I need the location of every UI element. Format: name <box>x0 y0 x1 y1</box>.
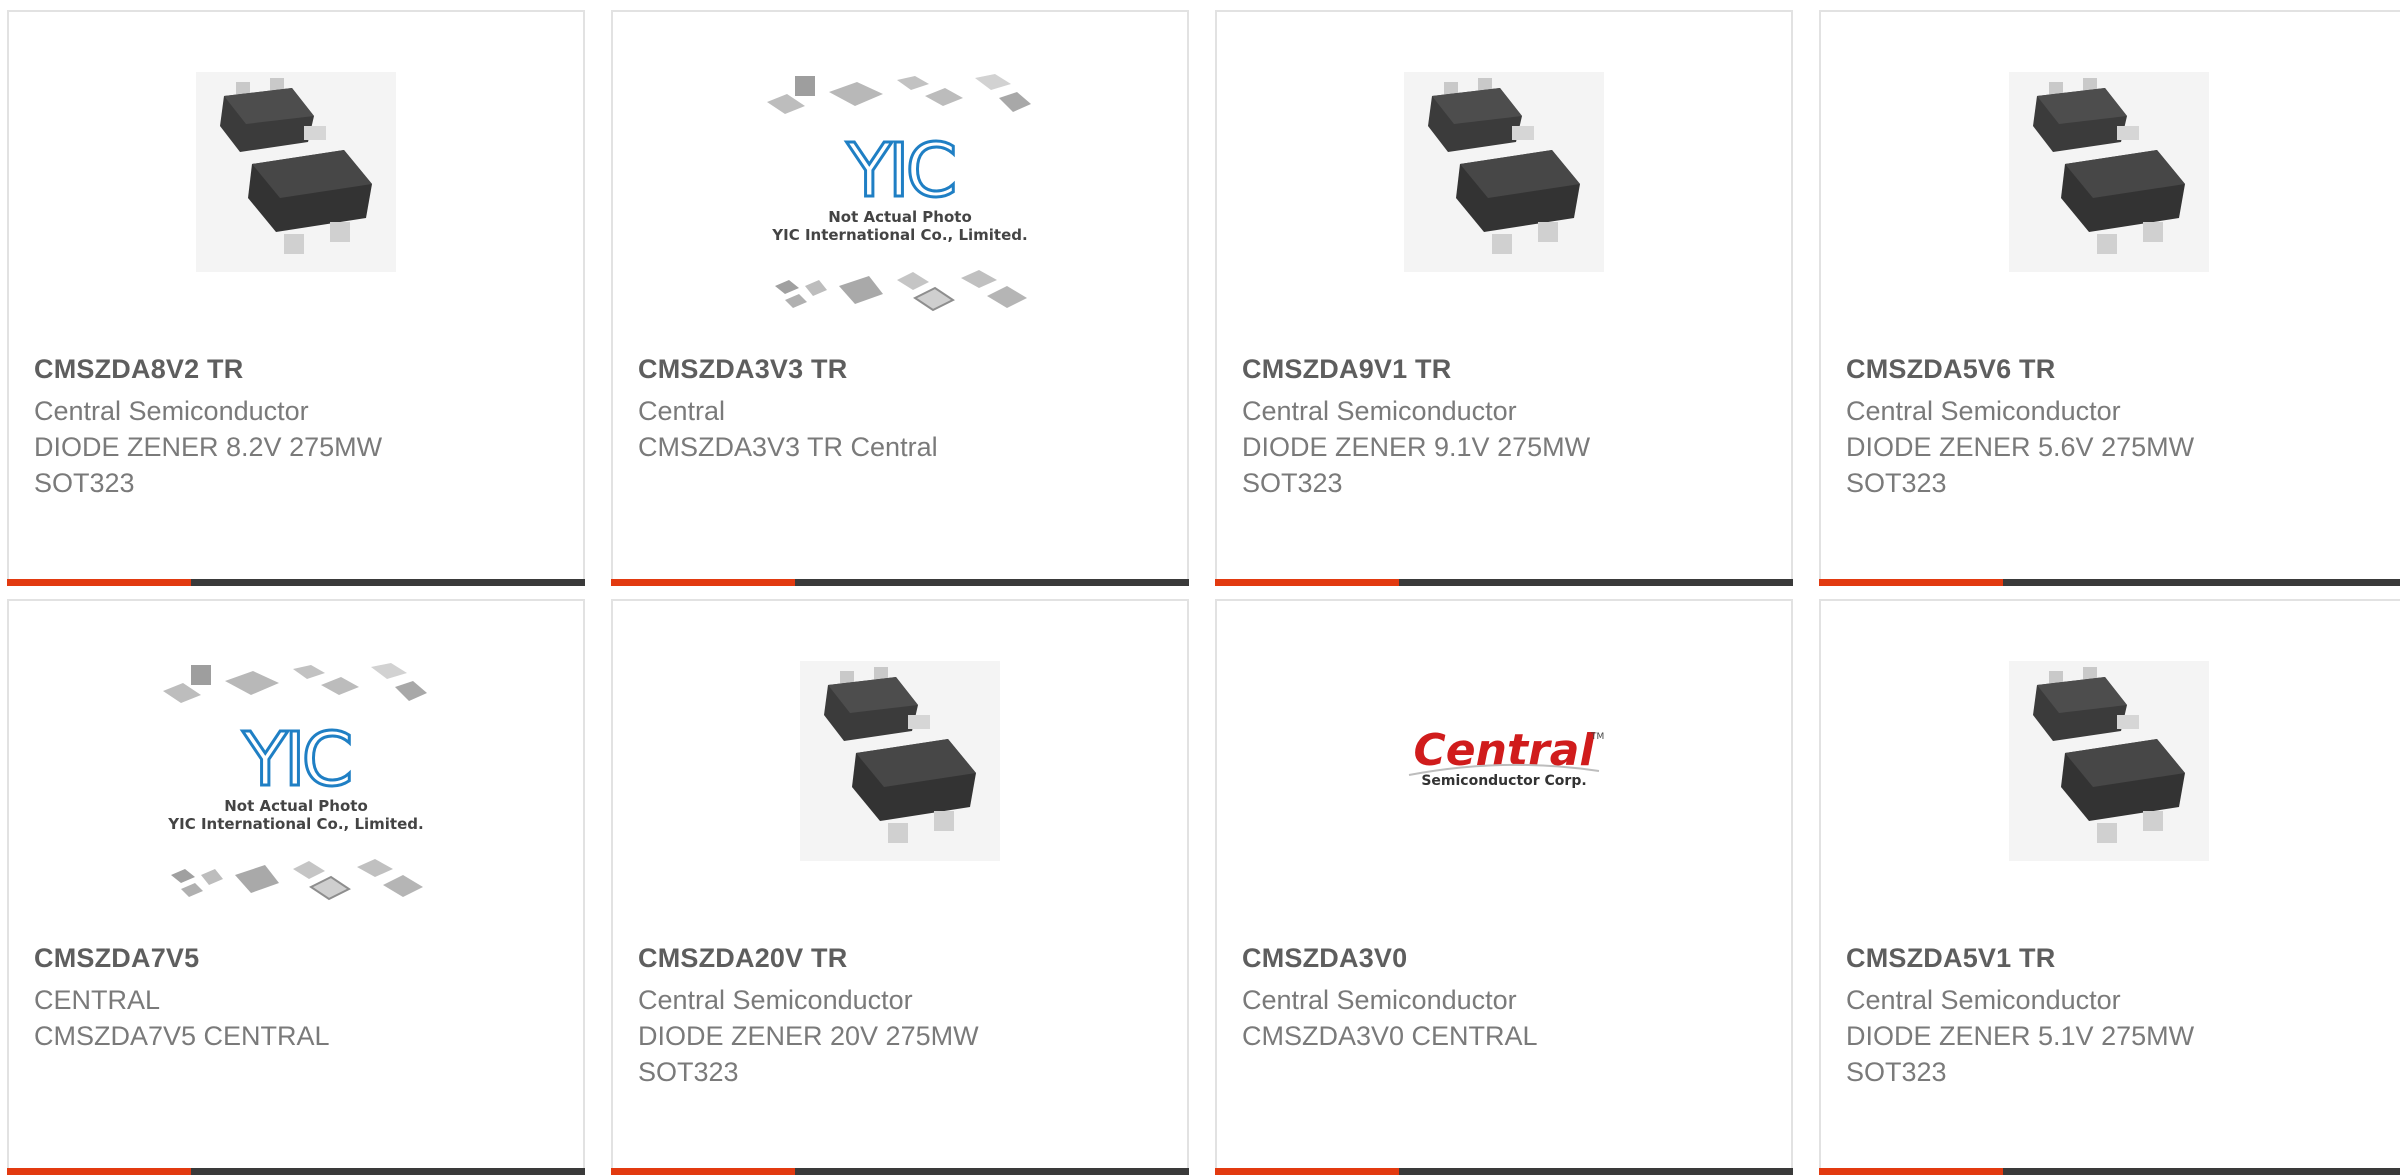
product-card[interactable]: CMSZDA8V2 TR Central Semiconductor DIODE… <box>7 10 585 586</box>
central-logo-subtext: Semiconductor Corp. <box>1421 773 1586 789</box>
manufacturer: CENTRAL <box>34 985 161 1015</box>
card-bottom-bar <box>1819 1168 2400 1175</box>
product-image[interactable] <box>613 661 1187 941</box>
yic-placeholder-photo-icon: YIC Not Actual Photo YIC International C… <box>163 663 427 901</box>
product-card[interactable]: CMSZDA5V6 TR Central Semiconductor DIODE… <box>1819 10 2400 586</box>
description-line: CMSZDA3V3 TR Central <box>638 432 938 462</box>
product-image[interactable] <box>1821 72 2400 352</box>
svg-text:YIC: YIC <box>846 128 954 214</box>
product-info: Central Semiconductor DIODE ZENER 5.1V 2… <box>1846 982 2194 1090</box>
sot323-package-photo-icon <box>1404 72 1604 272</box>
card-bottom-bar <box>1819 579 2400 586</box>
description-line: DIODE ZENER 5.1V 275MW <box>1846 1021 2195 1051</box>
svg-text:YIC: YIC <box>242 717 350 803</box>
product-image[interactable]: Central TM Semiconductor Corp. <box>1217 661 1791 941</box>
card-accent-bar <box>7 1168 191 1175</box>
product-info: Central Semiconductor DIODE ZENER 20V 27… <box>638 982 979 1090</box>
sot323-package-photo-icon <box>800 661 1000 861</box>
description-line: SOT323 <box>638 1057 739 1087</box>
product-info: CENTRAL CMSZDA7V5 CENTRAL <box>34 982 330 1054</box>
part-number[interactable]: CMSZDA3V3 TR <box>638 354 847 385</box>
yic-company-text: YIC International Co., Limited. <box>771 226 1027 244</box>
card-accent-bar <box>611 1168 795 1175</box>
product-card[interactable]: YIC Not Actual Photo YIC International C… <box>611 10 1189 586</box>
card-accent-bar <box>1215 1168 1399 1175</box>
manufacturer: Central Semiconductor <box>1846 396 2121 426</box>
part-number[interactable]: CMSZDA5V6 TR <box>1846 354 2055 385</box>
card-accent-bar <box>7 579 191 586</box>
card-accent-bar <box>1819 579 2003 586</box>
part-number[interactable]: CMSZDA20V TR <box>638 943 847 974</box>
manufacturer: Central Semiconductor <box>1846 985 2121 1015</box>
part-number[interactable]: CMSZDA7V5 <box>34 943 199 974</box>
card-accent-bar <box>611 579 795 586</box>
description-line: SOT323 <box>1846 1057 1947 1087</box>
product-card[interactable]: Central TM Semiconductor Corp. CMSZDA3V0… <box>1215 599 1793 1175</box>
manufacturer: Central Semiconductor <box>638 985 913 1015</box>
yic-not-actual-photo-text: Not Actual Photo <box>828 208 972 226</box>
description-line: SOT323 <box>1846 468 1947 498</box>
card-bottom-bar <box>1215 579 1793 586</box>
card-bottom-bar <box>1215 1168 1793 1175</box>
yic-placeholder-photo-icon: YIC Not Actual Photo YIC International C… <box>767 74 1031 312</box>
manufacturer: Central Semiconductor <box>34 396 309 426</box>
card-bottom-bar <box>611 1168 1189 1175</box>
card-bottom-bar <box>7 579 585 586</box>
yic-company-text: YIC International Co., Limited. <box>167 815 423 833</box>
part-number[interactable]: CMSZDA5V1 TR <box>1846 943 2055 974</box>
central-semiconductor-logo-icon: Central TM Semiconductor Corp. <box>1408 725 1604 789</box>
product-info: Central Semiconductor DIODE ZENER 9.1V 2… <box>1242 393 1590 501</box>
yic-not-actual-photo-text: Not Actual Photo <box>224 797 368 815</box>
card-bottom-bar <box>611 579 1189 586</box>
product-image[interactable]: YIC Not Actual Photo YIC International C… <box>9 661 583 941</box>
manufacturer: Central Semiconductor <box>1242 985 1517 1015</box>
card-bottom-bar <box>7 1168 585 1175</box>
product-grid: CMSZDA8V2 TR Central Semiconductor DIODE… <box>0 0 2400 1175</box>
manufacturer: Central Semiconductor <box>1242 396 1517 426</box>
sot323-package-photo-icon <box>2009 72 2209 272</box>
product-card[interactable]: CMSZDA9V1 TR Central Semiconductor DIODE… <box>1215 10 1793 586</box>
description-line: DIODE ZENER 9.1V 275MW <box>1242 432 1591 462</box>
card-accent-bar <box>1215 579 1399 586</box>
sot323-package-photo-icon <box>2009 661 2209 861</box>
description-line: DIODE ZENER 8.2V 275MW <box>34 432 383 462</box>
sot323-package-photo-icon <box>196 72 396 272</box>
product-info: Central Semiconductor DIODE ZENER 8.2V 2… <box>34 393 382 501</box>
description-line: CMSZDA3V0 CENTRAL <box>1242 1021 1538 1051</box>
product-image[interactable] <box>9 72 583 352</box>
product-info: Central Semiconductor CMSZDA3V0 CENTRAL <box>1242 982 1538 1054</box>
description-line: CMSZDA7V5 CENTRAL <box>34 1021 330 1051</box>
central-logo-text: Central <box>1414 725 1596 776</box>
card-accent-bar <box>1819 1168 2003 1175</box>
part-number[interactable]: CMSZDA8V2 TR <box>34 354 243 385</box>
product-info: Central CMSZDA3V3 TR Central <box>638 393 938 465</box>
product-card[interactable]: CMSZDA20V TR Central Semiconductor DIODE… <box>611 599 1189 1175</box>
manufacturer: Central <box>638 396 726 426</box>
description-line: DIODE ZENER 20V 275MW <box>638 1021 979 1051</box>
description-line: SOT323 <box>34 468 135 498</box>
product-image[interactable] <box>1217 72 1791 352</box>
svg-text:TM: TM <box>1590 732 1604 742</box>
product-info: Central Semiconductor DIODE ZENER 5.6V 2… <box>1846 393 2194 501</box>
part-number[interactable]: CMSZDA9V1 TR <box>1242 354 1451 385</box>
part-number[interactable]: CMSZDA3V0 <box>1242 943 1407 974</box>
product-image[interactable] <box>1821 661 2400 941</box>
product-card[interactable]: CMSZDA5V1 TR Central Semiconductor DIODE… <box>1819 599 2400 1175</box>
product-image[interactable]: YIC Not Actual Photo YIC International C… <box>613 72 1187 352</box>
description-line: DIODE ZENER 5.6V 275MW <box>1846 432 2195 462</box>
description-line: SOT323 <box>1242 468 1343 498</box>
product-card[interactable]: YIC Not Actual Photo YIC International C… <box>7 599 585 1175</box>
